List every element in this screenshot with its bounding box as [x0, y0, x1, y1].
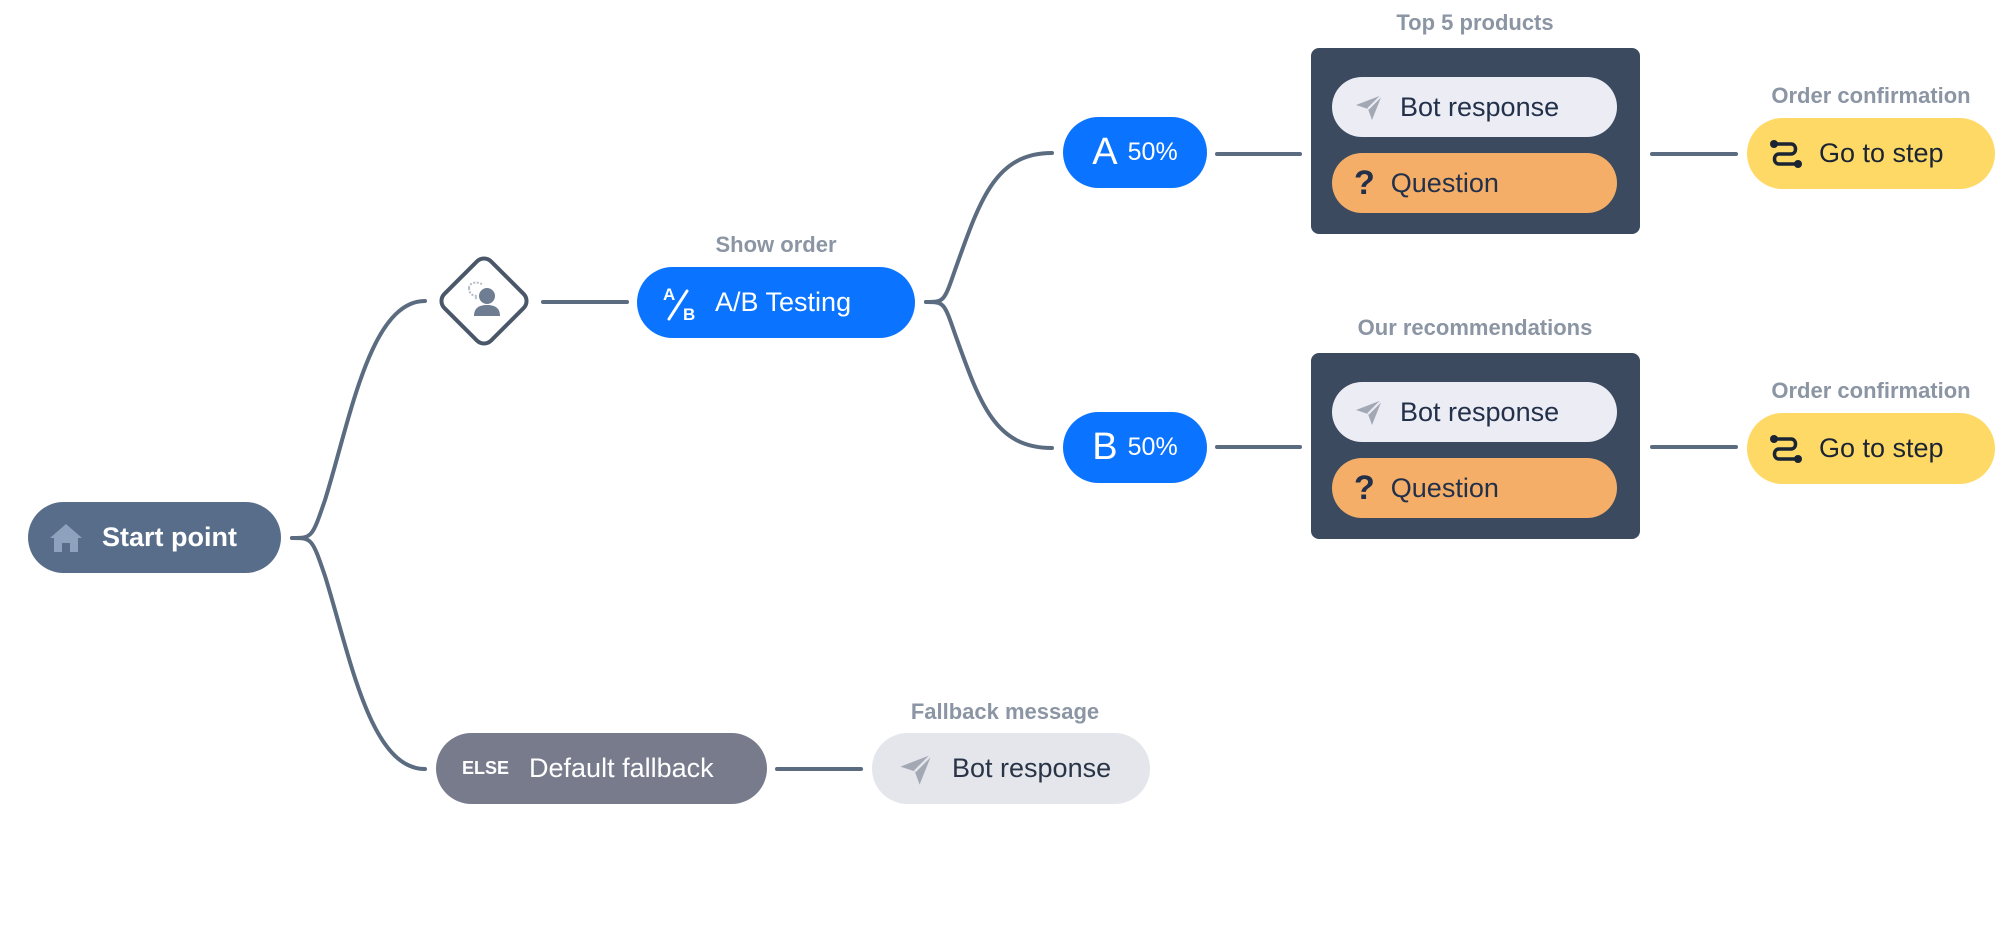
ab-icon: A B	[663, 285, 695, 323]
else-tag: ELSE	[462, 758, 510, 778]
start-point-label: Start point	[102, 522, 237, 552]
paper-plane-icon	[1356, 399, 1383, 425]
connector-start-to-condition	[290, 299, 427, 540]
variant-b-node[interactable]: B 50%	[1063, 412, 1207, 483]
ab-testing-label: A/B Testing	[715, 287, 852, 317]
go-to-step-node[interactable]: Go to step	[1747, 413, 1995, 484]
group-caption: Top 5 products	[1396, 10, 1554, 35]
step-group-top-5-products[interactable]: Bot response ? Question	[1311, 48, 1640, 234]
home-icon	[50, 523, 82, 552]
bot-response-label: Bot response	[952, 753, 1112, 783]
ab-testing-node[interactable]: A B A/B Testing	[637, 267, 915, 338]
variant-a-node[interactable]: A 50%	[1063, 117, 1207, 188]
user-chat-icon	[468, 281, 500, 316]
condition-node[interactable]	[434, 251, 534, 351]
paper-plane-icon	[1356, 94, 1383, 120]
default-fallback-node[interactable]: ELSE Default fallback	[436, 733, 767, 804]
connector-ab-to-b	[924, 300, 1054, 450]
variant-letter: B	[1092, 426, 1118, 468]
question-icon: ?	[1354, 468, 1375, 507]
bot-response-block[interactable]: Bot response	[1332, 77, 1617, 137]
fallback-bot-response-node[interactable]: Bot response	[872, 733, 1150, 804]
start-point-node[interactable]: Start point	[28, 502, 281, 573]
variant-letter: A	[1092, 131, 1118, 173]
bot-response-label: Bot response	[1400, 91, 1560, 122]
connector-ab-to-a	[924, 151, 1054, 304]
variant-percent: 50%	[1127, 433, 1178, 461]
question-label: Question	[1390, 472, 1499, 503]
bot-response-label: Bot response	[1400, 396, 1560, 427]
question-block[interactable]: ? Question	[1332, 458, 1617, 518]
paper-plane-icon	[900, 753, 933, 785]
connector-start-to-fallback	[290, 536, 427, 771]
goto-caption: Order confirmation	[1771, 83, 1971, 108]
route-icon	[1770, 139, 1802, 168]
question-label: Question	[1390, 167, 1499, 198]
group-caption: Our recommendations	[1357, 315, 1593, 340]
go-to-step-label: Go to step	[1819, 433, 1944, 463]
question-block[interactable]: ? Question	[1332, 153, 1617, 213]
fallback-caption: Fallback message	[910, 699, 1100, 724]
variant-percent: 50%	[1127, 138, 1178, 166]
step-group-our-recommendations[interactable]: Bot response ? Question	[1311, 353, 1640, 539]
svg-text:B: B	[683, 305, 695, 323]
question-icon: ?	[1354, 163, 1375, 202]
ab-test-caption: Show order	[715, 232, 837, 257]
bot-response-block[interactable]: Bot response	[1332, 382, 1617, 442]
route-icon	[1770, 434, 1802, 463]
default-fallback-label: Default fallback	[529, 753, 714, 783]
go-to-step-label: Go to step	[1819, 138, 1944, 168]
go-to-step-node[interactable]: Go to step	[1747, 118, 1995, 189]
svg-text:A: A	[663, 285, 675, 304]
goto-caption: Order confirmation	[1771, 378, 1971, 403]
